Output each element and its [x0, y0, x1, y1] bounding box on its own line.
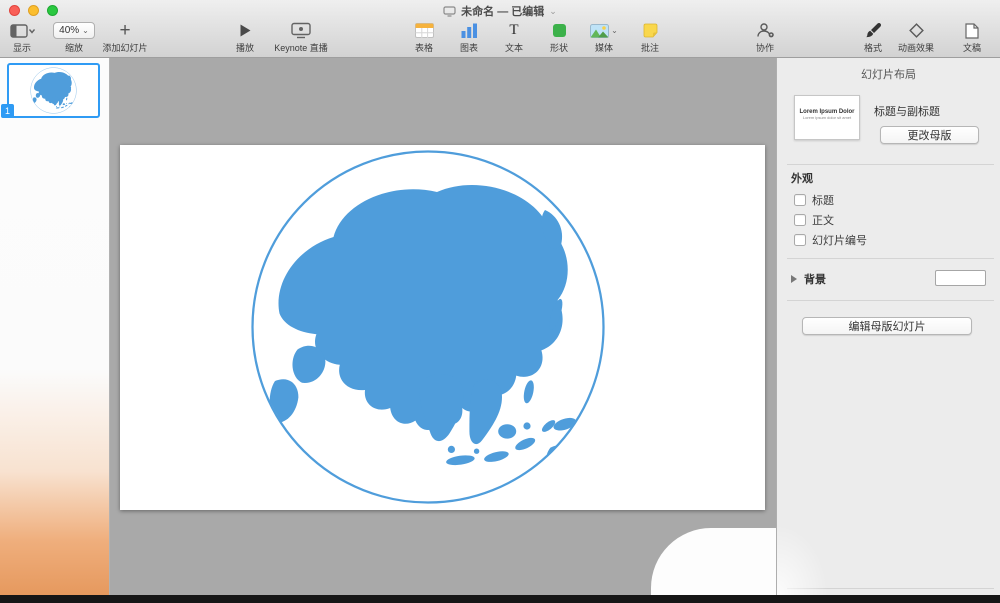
play-icon — [225, 21, 265, 40]
body-checkbox[interactable] — [794, 214, 806, 226]
format-brush-icon — [864, 22, 882, 39]
toolbar: 显示 40% ⌄ 缩放 + 添加幻灯片 — [0, 20, 1000, 57]
keynote-live-icon — [264, 21, 338, 40]
title-checkbox[interactable] — [794, 194, 806, 206]
background-label: 背景 — [804, 271, 826, 287]
master-name-label: 标题与副标题 — [874, 103, 940, 119]
table-label: 表格 — [404, 41, 444, 54]
title-chevron-icon[interactable]: ⌄ — [549, 6, 557, 17]
master-slide-thumbnail[interactable]: Lorem Ipsum Dolor Lorem ipsum dolor sit … — [794, 95, 860, 140]
shape-button[interactable]: 形状 — [539, 21, 579, 54]
document-label: 文稿 — [952, 41, 992, 54]
separator — [787, 164, 994, 165]
vibrancy-highlight — [777, 526, 827, 595]
slide[interactable] — [120, 145, 765, 510]
collaborate-label: 协作 — [745, 41, 785, 54]
edit-master-button[interactable]: 编辑母版幻灯片 — [802, 317, 972, 335]
media-label: 媒体 — [582, 41, 626, 54]
background-color-well[interactable] — [935, 270, 986, 286]
inspector-header: 幻灯片布局 — [777, 66, 1000, 82]
zoom-dropdown[interactable]: 40% ⌄ — [53, 22, 95, 39]
document-button[interactable]: 文稿 — [952, 21, 992, 54]
chart-icon — [449, 21, 489, 40]
desktop-artifact — [651, 528, 776, 595]
slide-number-checkbox-row[interactable]: 幻灯片编号 — [794, 233, 867, 247]
document-proxy-icon — [443, 6, 456, 17]
title-checkbox-label: 标题 — [812, 192, 834, 208]
slide-thumbnail-globe — [30, 67, 77, 114]
media-button[interactable]: ⌄ 媒体 — [582, 21, 626, 54]
table-button[interactable]: 表格 — [404, 21, 444, 54]
document-icon — [965, 23, 979, 39]
shape-label: 形状 — [539, 41, 579, 54]
format-button[interactable]: 格式 — [853, 21, 893, 54]
comment-icon — [643, 23, 658, 38]
comment-button[interactable]: 批注 — [630, 21, 670, 54]
add-slide-button[interactable]: + 添加幻灯片 — [95, 21, 155, 54]
plus-icon: + — [119, 21, 130, 40]
comment-label: 批注 — [630, 41, 670, 54]
appearance-section-title: 外观 — [791, 170, 813, 186]
window-title-text: 未命名 — 已编辑 — [461, 3, 544, 19]
globe-image[interactable] — [248, 147, 608, 507]
window-title: 未命名 — 已编辑 ⌄ — [0, 3, 1000, 19]
titlebar[interactable]: 未命名 — 已编辑 ⌄ — [0, 0, 1000, 20]
keynote-live-button[interactable]: Keynote 直播 — [264, 21, 338, 54]
slide-number-checkbox[interactable] — [794, 234, 806, 246]
title-checkbox-row[interactable]: 标题 — [794, 193, 834, 207]
media-icon — [590, 24, 609, 38]
animate-diamond-icon — [908, 22, 925, 39]
slide-number-checkbox-label: 幻灯片编号 — [812, 232, 867, 248]
play-label: 播放 — [225, 41, 265, 54]
chart-label: 图表 — [449, 41, 489, 54]
master-thumb-title: Lorem Ipsum Dolor — [795, 109, 859, 115]
format-label: 格式 — [853, 41, 893, 54]
body-checkbox-row[interactable]: 正文 — [794, 213, 834, 227]
shape-icon — [553, 24, 566, 37]
add-slide-label: 添加幻灯片 — [95, 41, 155, 54]
slide-canvas[interactable] — [110, 58, 776, 595]
zoom-value: 40% — [59, 25, 79, 36]
collaborate-icon — [756, 22, 775, 39]
text-button[interactable]: T 文本 — [494, 21, 534, 54]
chart-button[interactable]: 图表 — [449, 21, 489, 54]
zoom-control[interactable]: 40% ⌄ 缩放 — [50, 21, 98, 54]
dock-strip — [0, 595, 1000, 603]
slide-thumbnail-selected[interactable] — [7, 63, 100, 118]
text-icon: T — [509, 23, 518, 38]
view-icon — [2, 21, 42, 40]
text-label: 文本 — [494, 41, 534, 54]
master-thumb-subtitle: Lorem ipsum dolor sit amet — [801, 116, 852, 121]
separator — [787, 300, 994, 301]
zoom-chevron-icon: ⌄ — [82, 27, 89, 35]
view-button[interactable]: 显示 — [2, 21, 42, 54]
collaborate-button[interactable]: 协作 — [745, 21, 785, 54]
slide-number-badge: 1 — [1, 104, 14, 118]
change-master-button[interactable]: 更改母版 — [880, 126, 979, 144]
disclosure-triangle-icon[interactable] — [791, 275, 797, 283]
media-chevron-icon: ⌄ — [611, 27, 618, 35]
separator — [787, 258, 994, 259]
view-label: 显示 — [2, 41, 42, 54]
keynote-window: 未命名 — 已编辑 ⌄ 显示 40% — [0, 0, 1000, 603]
keynote-live-label: Keynote 直播 — [264, 41, 338, 54]
slide-navigator[interactable]: 1 — [0, 58, 110, 595]
animate-label: 动画效果 — [892, 41, 940, 54]
format-inspector: 幻灯片布局 Lorem Ipsum Dolor Lorem ipsum dolo… — [776, 58, 1000, 595]
window-chrome: 未命名 — 已编辑 ⌄ 显示 40% — [0, 0, 1000, 58]
animate-button[interactable]: 动画效果 — [892, 21, 940, 54]
table-icon — [404, 21, 444, 40]
zoom-label: 缩放 — [50, 41, 98, 54]
body-checkbox-label: 正文 — [812, 212, 834, 228]
play-button[interactable]: 播放 — [225, 21, 265, 54]
